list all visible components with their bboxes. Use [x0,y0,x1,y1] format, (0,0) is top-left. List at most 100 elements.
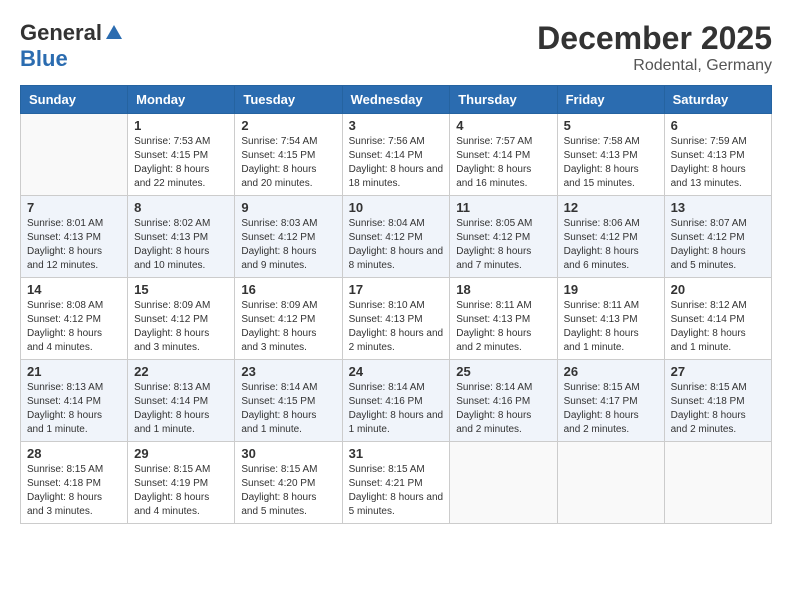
day-number: 21 [27,364,121,379]
calendar-cell: 21 Sunrise: 8:13 AMSunset: 4:14 PMDayligh… [21,360,128,442]
day-info: Sunrise: 8:06 AMSunset: 4:12 PMDaylight:… [564,217,658,273]
day-header-saturday: Saturday [664,86,771,114]
calendar-cell: 16 Sunrise: 8:09 AMSunset: 4:12 PMDayligh… [235,278,342,360]
day-header-sunday: Sunday [21,86,128,114]
day-info: Sunrise: 8:15 AMSunset: 4:18 PMDaylight:… [671,381,765,437]
calendar-cell: 14Sunrise: 8:08 AMSunset: 4:12 PMDayligh… [21,278,128,360]
day-number: 30 [241,446,335,461]
day-number: 29 [134,446,228,461]
day-info: Sunrise: 8:13 AMSunset: 4:14 PMDaylight:… [27,381,121,437]
day-info: Sunrise: 8:10 AMSunset: 4:13 PMDaylight:… [349,299,444,355]
day-header-wednesday: Wednesday [342,86,450,114]
day-info: Sunrise: 8:03 AMSunset: 4:12 PMDaylight:… [241,217,335,273]
day-number: 1 [134,118,228,133]
day-info: Sunrise: 8:02 AMSunset: 4:13 PMDaylight:… [134,217,228,273]
day-info: Sunrise: 8:04 AMSunset: 4:12 PMDaylight:… [349,217,444,273]
day-info: Sunrise: 7:59 AMSunset: 4:13 PMDaylight:… [671,135,765,191]
calendar-week-row: 7 Sunrise: 8:01 AMSunset: 4:13 PMDaylight… [21,196,772,278]
day-header-monday: Monday [128,86,235,114]
page-header: General Blue December 2025 Rodental, Ger… [20,20,772,75]
day-number: 25 [456,364,550,379]
day-number: 10 [349,200,444,215]
day-info: Sunrise: 7:54 AMSunset: 4:15 PMDaylight:… [241,135,335,191]
calendar-week-row: 1 Sunrise: 7:53 AMSunset: 4:15 PMDaylight… [21,114,772,196]
month-title: December 2025 [537,20,772,57]
day-number: 17 [349,282,444,297]
location: Rodental, Germany [537,57,772,75]
day-number: 6 [671,118,765,133]
calendar-cell [450,442,557,524]
day-number: 8 [134,200,228,215]
day-number: 11 [456,200,550,215]
day-info: Sunrise: 8:14 AMSunset: 4:16 PMDaylight:… [456,381,550,437]
day-number: 5 [564,118,658,133]
calendar-cell: 17 Sunrise: 8:10 AMSunset: 4:13 PMDayligh… [342,278,450,360]
calendar-cell: 31 Sunrise: 8:15 AMSunset: 4:21 PMDayligh… [342,442,450,524]
day-number: 13 [671,200,765,215]
calendar-cell [557,442,664,524]
calendar-cell: 18Sunrise: 8:11 AMSunset: 4:13 PMDayligh… [450,278,557,360]
day-number: 7 [27,200,121,215]
day-info: Sunrise: 8:09 AMSunset: 4:12 PMDaylight:… [241,299,335,355]
day-number: 16 [241,282,335,297]
day-info: Sunrise: 7:57 AMSunset: 4:14 PMDaylight:… [456,135,550,191]
day-number: 19 [564,282,658,297]
day-info: Sunrise: 8:13 AMSunset: 4:14 PMDaylight:… [134,381,228,437]
day-info: Sunrise: 8:15 AMSunset: 4:19 PMDaylight:… [134,463,228,519]
day-info: Sunrise: 8:09 AMSunset: 4:12 PMDaylight:… [134,299,228,355]
calendar-cell: 29 Sunrise: 8:15 AMSunset: 4:19 PMDayligh… [128,442,235,524]
calendar-cell: 11 Sunrise: 8:05 AMSunset: 4:12 PMDayligh… [450,196,557,278]
day-info: Sunrise: 8:15 AMSunset: 4:17 PMDaylight:… [564,381,658,437]
calendar-cell: 3 Sunrise: 7:56 AMSunset: 4:14 PMDaylight… [342,114,450,196]
day-number: 3 [349,118,444,133]
calendar-cell: 24 Sunrise: 8:14 AMSunset: 4:16 PMDayligh… [342,360,450,442]
day-info: Sunrise: 8:12 AMSunset: 4:14 PMDaylight:… [671,299,765,355]
day-number: 24 [349,364,444,379]
calendar-cell: 7 Sunrise: 8:01 AMSunset: 4:13 PMDaylight… [21,196,128,278]
day-info: Sunrise: 7:58 AMSunset: 4:13 PMDaylight:… [564,135,658,191]
title-section: December 2025 Rodental, Germany [537,20,772,75]
day-info: Sunrise: 8:07 AMSunset: 4:12 PMDaylight:… [671,217,765,273]
calendar-cell: 27Sunrise: 8:15 AMSunset: 4:18 PMDayligh… [664,360,771,442]
logo-blue-text: Blue [20,46,68,72]
day-info: Sunrise: 8:15 AMSunset: 4:18 PMDaylight:… [27,463,121,519]
calendar-cell: 22Sunrise: 8:13 AMSunset: 4:14 PMDayligh… [128,360,235,442]
day-number: 26 [564,364,658,379]
calendar-week-row: 28 Sunrise: 8:15 AMSunset: 4:18 PMDayligh… [21,442,772,524]
day-number: 23 [241,364,335,379]
calendar-header-row: SundayMondayTuesdayWednesdayThursdayFrid… [21,86,772,114]
calendar-cell: 13 Sunrise: 8:07 AMSunset: 4:12 PMDayligh… [664,196,771,278]
calendar-cell: 15 Sunrise: 8:09 AMSunset: 4:12 PMDayligh… [128,278,235,360]
day-info: Sunrise: 8:11 AMSunset: 4:13 PMDaylight:… [564,299,658,355]
day-info: Sunrise: 8:15 AMSunset: 4:21 PMDaylight:… [349,463,444,519]
logo-icon [104,23,124,43]
calendar-cell: 10 Sunrise: 8:04 AMSunset: 4:12 PMDayligh… [342,196,450,278]
day-number: 31 [349,446,444,461]
day-number: 14 [27,282,121,297]
day-info: Sunrise: 8:15 AMSunset: 4:20 PMDaylight:… [241,463,335,519]
day-header-friday: Friday [557,86,664,114]
calendar-cell [664,442,771,524]
day-number: 18 [456,282,550,297]
calendar-cell: 19 Sunrise: 8:11 AMSunset: 4:13 PMDayligh… [557,278,664,360]
day-info: Sunrise: 7:56 AMSunset: 4:14 PMDaylight:… [349,135,444,191]
day-number: 4 [456,118,550,133]
calendar-week-row: 14Sunrise: 8:08 AMSunset: 4:12 PMDayligh… [21,278,772,360]
day-info: Sunrise: 8:05 AMSunset: 4:12 PMDaylight:… [456,217,550,273]
day-info: Sunrise: 8:14 AMSunset: 4:16 PMDaylight:… [349,381,444,437]
day-info: Sunrise: 7:53 AMSunset: 4:15 PMDaylight:… [134,135,228,191]
calendar-cell: 2 Sunrise: 7:54 AMSunset: 4:15 PMDaylight… [235,114,342,196]
day-number: 20 [671,282,765,297]
day-number: 9 [241,200,335,215]
logo-general-text: General [20,20,102,46]
day-number: 28 [27,446,121,461]
calendar-cell: 5 Sunrise: 7:58 AMSunset: 4:13 PMDaylight… [557,114,664,196]
calendar-cell: 6 Sunrise: 7:59 AMSunset: 4:13 PMDaylight… [664,114,771,196]
day-info: Sunrise: 8:01 AMSunset: 4:13 PMDaylight:… [27,217,121,273]
calendar-cell [21,114,128,196]
day-number: 15 [134,282,228,297]
calendar-cell: 9 Sunrise: 8:03 AMSunset: 4:12 PMDaylight… [235,196,342,278]
calendar-week-row: 21 Sunrise: 8:13 AMSunset: 4:14 PMDayligh… [21,360,772,442]
logo: General Blue [20,20,124,72]
day-number: 2 [241,118,335,133]
